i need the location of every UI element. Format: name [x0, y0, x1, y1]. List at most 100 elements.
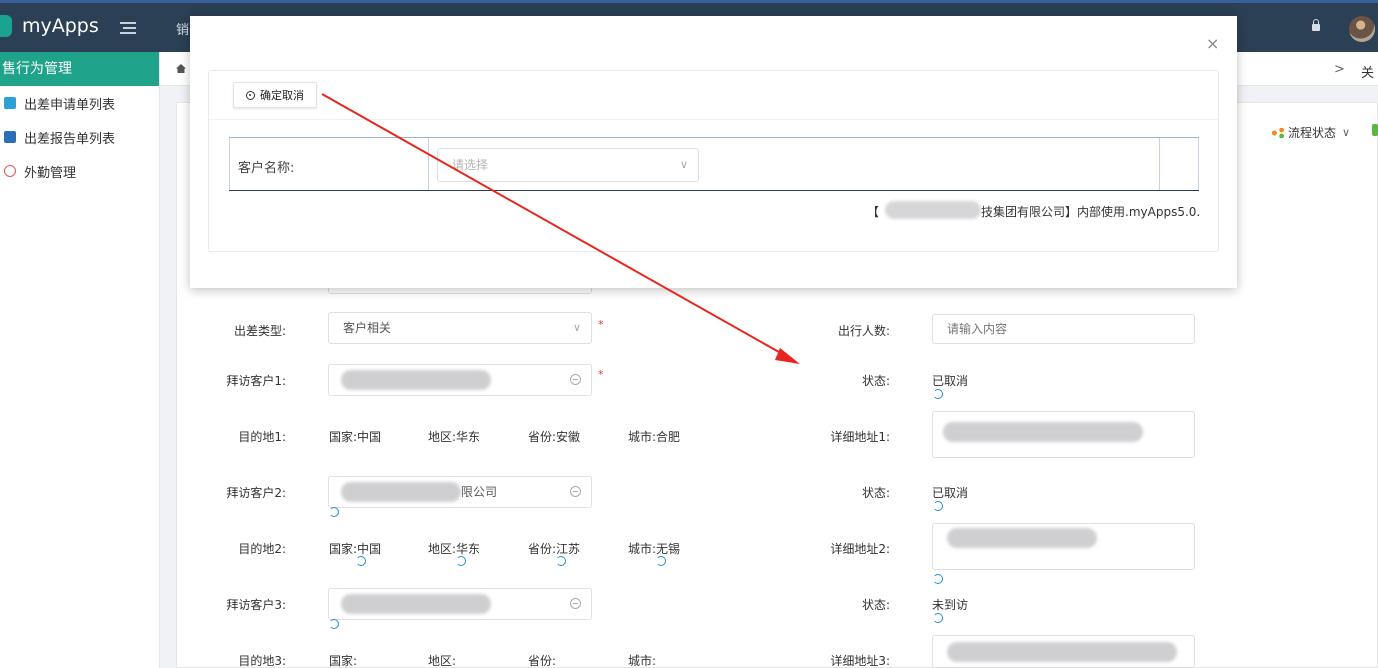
flow-status-button[interactable]: 流程状态 ∨ — [1272, 124, 1350, 141]
address-1-textarea[interactable] — [932, 411, 1195, 458]
province-3: 省份: — [528, 654, 557, 668]
sidebar-item-label: 外勤管理 — [24, 165, 77, 181]
redacted-text — [341, 594, 491, 614]
sidebar-item-label: 出差报告单列表 — [24, 131, 116, 147]
tab-scroll-right-icon[interactable]: > — [1334, 62, 1345, 77]
table-cell-empty — [1159, 138, 1199, 190]
flow-status-label: 流程状态 — [1288, 126, 1337, 140]
sidebar-item-field-work[interactable]: 外勤管理 — [0, 154, 159, 188]
clear-icon[interactable] — [570, 598, 581, 609]
avatar[interactable] — [1349, 16, 1375, 42]
close-icon[interactable]: × — [1206, 34, 1219, 53]
travelers-input[interactable] — [932, 314, 1195, 344]
history-icon[interactable] — [556, 556, 566, 566]
history-icon[interactable] — [933, 574, 943, 584]
address-2-textarea[interactable] — [932, 523, 1195, 570]
address-1-label: 详细地址1: — [830, 430, 890, 444]
status-1-label: 状态: — [861, 374, 890, 388]
confirm-cancel-label: 确定取消 — [260, 89, 304, 102]
menu-toggle-icon[interactable] — [120, 22, 136, 34]
dialog-content: 确定取消 客户名称: 请选择 ∨ 【 技集团有限公司】内部使用.myApps5.0… — [208, 70, 1219, 252]
history-icon[interactable] — [656, 556, 666, 566]
app-title: myApps — [22, 15, 99, 37]
chevron-down-icon: ∨ — [679, 158, 688, 171]
region-2: 地区:华东 — [428, 542, 481, 556]
sidebar: 售行为管理 出差申请单列表 出差报告单列表 外勤管理 — [0, 52, 160, 668]
city-2: 城市:无锡 — [628, 542, 681, 556]
history-icon[interactable] — [933, 613, 943, 623]
redacted-text — [947, 528, 1097, 548]
confirm-cancel-button[interactable]: 确定取消 — [233, 82, 317, 108]
region-1: 地区:华东 — [428, 430, 481, 444]
city-3: 城市: — [628, 654, 657, 668]
province-2: 省份:江苏 — [528, 542, 581, 556]
history-icon[interactable] — [933, 389, 943, 399]
target-icon — [246, 90, 255, 100]
extra-action-icon[interactable] — [1372, 124, 1378, 136]
sidebar-item-label: 出差申请单列表 — [24, 97, 116, 113]
customer-dialog: × 确定取消 客户名称: 请选择 ∨ 【 技集团有限公司】内部使用.myApps5… — [190, 16, 1237, 288]
visit-customer-2-label: 拜访客户2: — [226, 486, 286, 500]
table-cell-label: 客户名称: — [229, 138, 429, 190]
trip-type-value: 客户相关 — [343, 321, 392, 335]
country-2: 国家:中国 — [329, 542, 382, 556]
province-1: 省份:安徽 — [528, 430, 581, 444]
logo-icon — [0, 15, 12, 37]
redacted-text — [885, 201, 981, 219]
redacted-text — [341, 370, 491, 390]
clock-icon — [4, 165, 16, 177]
country-3: 国家: — [329, 654, 358, 668]
list-icon — [4, 97, 16, 109]
sidebar-item-trip-requests[interactable]: 出差申请单列表 — [0, 86, 159, 120]
sidebar-item-trip-reports[interactable]: 出差报告单列表 — [0, 120, 159, 154]
history-icon[interactable] — [329, 619, 339, 629]
travelers-label: 出行人数: — [837, 324, 890, 338]
status-1-value: 已取消 — [932, 374, 969, 388]
divider — [209, 119, 1218, 120]
chevron-down-icon: ∨ — [572, 321, 581, 334]
visit-customer-3-select[interactable] — [328, 588, 592, 620]
visit-customer-1-label: 拜访客户1: — [226, 374, 286, 388]
redacted-text — [947, 642, 1177, 662]
trip-type-label: 出差类型: — [233, 324, 286, 338]
visit-customer-1-select[interactable] — [328, 364, 592, 396]
flow-icon — [1272, 127, 1284, 138]
history-icon[interactable] — [933, 501, 943, 511]
required-marker: * — [598, 318, 604, 331]
required-marker: * — [598, 368, 604, 381]
top-accent-line — [0, 0, 1378, 3]
home-icon[interactable] — [176, 64, 186, 73]
top-module-tab[interactable]: 销 — [176, 19, 189, 38]
address-3-label: 详细地址3: — [830, 654, 890, 668]
history-icon[interactable] — [329, 507, 339, 517]
destination-1-label: 目的地1: — [238, 430, 286, 444]
trip-type-select[interactable]: 客户相关 ∨ — [328, 312, 592, 344]
history-icon[interactable] — [456, 556, 466, 566]
status-2-value: 已取消 — [932, 486, 969, 500]
customer-form-table: 客户名称: 请选择 ∨ — [229, 137, 1199, 191]
copyright-bracket: 【 — [867, 205, 880, 219]
clear-icon[interactable] — [570, 486, 581, 497]
status-3-label: 状态: — [861, 598, 890, 612]
close-tabs-button[interactable]: 关 — [1361, 62, 1374, 81]
lock-icon[interactable] — [1312, 19, 1320, 31]
region-3: 地区: — [428, 654, 457, 668]
copyright-text: 技集团有限公司】内部使用.myApps5.0. — [981, 205, 1201, 219]
city-1: 城市:合肥 — [628, 430, 681, 444]
redacted-text — [943, 422, 1143, 442]
customer-name-select[interactable]: 请选择 ∨ — [437, 148, 699, 182]
visit-customer-2-value: 限公司 — [461, 485, 498, 499]
visit-customer-3-label: 拜访客户3: — [226, 598, 286, 612]
address-3-textarea[interactable] — [932, 635, 1195, 668]
visit-customer-2-select[interactable]: 限公司 — [328, 476, 592, 508]
destination-2-label: 目的地2: — [238, 542, 286, 556]
destination-3-label: 目的地3: — [238, 654, 286, 668]
address-2-label: 详细地址2: — [830, 542, 890, 556]
app-logo[interactable]: myApps — [0, 14, 99, 38]
history-icon[interactable] — [356, 556, 366, 566]
sidebar-header[interactable]: 售行为管理 — [0, 52, 159, 86]
clear-icon[interactable] — [570, 374, 581, 385]
customer-placeholder: 请选择 — [452, 158, 489, 172]
status-3-value: 未到访 — [932, 598, 969, 612]
redacted-text — [341, 482, 461, 502]
